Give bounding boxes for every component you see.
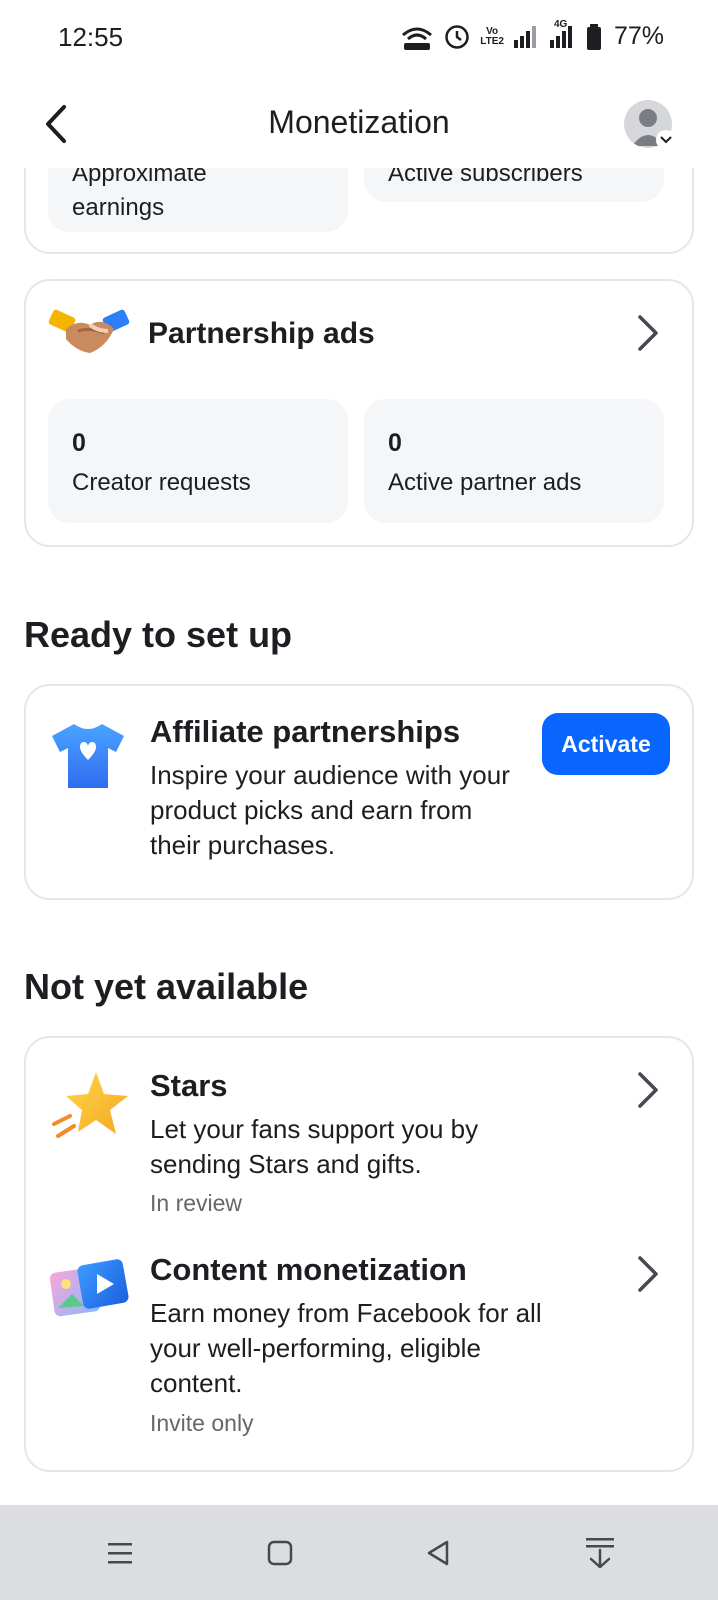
not-yet-available-heading: Not yet available [24,966,309,1007]
content-monetization-description: Earn money from Facebook for all your we… [150,1298,542,1398]
creator-requests-stat[interactable]: 0 Creator requests [48,399,348,523]
partnership-ads-title: Partnership ads [148,317,375,350]
star-icon [52,1072,128,1138]
stars-status: In review [150,1190,243,1216]
page-title: Monetization [268,104,450,140]
earnings-label: earnings [72,194,165,221]
monetization-content[interactable]: Approximate earnings Active subscribers … [0,0,718,1505]
handshake-icon [48,309,130,353]
chevron-right-icon[interactable] [634,1254,662,1294]
stars-description: Let your fans support you by sending Sta… [150,1114,479,1179]
media-play-icon [50,1259,129,1317]
active-partner-ads-stat[interactable]: 0 Active partner ads [364,399,664,523]
activate-button[interactable]: Activate [542,713,670,775]
system-nav-bar [0,1505,718,1600]
ready-to-set-up-heading: Ready to set up [24,614,293,655]
back-triangle-icon[interactable] [416,1531,460,1575]
active-partner-ads-value: 0 [388,429,402,457]
creator-requests-label: Creator requests [72,469,251,496]
app-header: Monetization [0,80,718,168]
menu-icon[interactable] [98,1531,142,1575]
affiliate-partnerships-title: Affiliate partnerships [150,714,461,749]
active-partner-ads-label: Active partner ads [388,469,582,496]
tshirt-heart-icon [52,724,124,788]
creator-requests-value: 0 [72,429,86,457]
home-icon[interactable] [258,1531,302,1575]
partnership-ads-card[interactable]: Partnership ads 0 Creator requests 0 Act… [24,279,694,547]
stars-title: Stars [150,1068,228,1103]
chevron-right-icon[interactable] [634,313,662,353]
chevron-right-icon[interactable] [634,1070,662,1110]
content-monetization-title: Content monetization [150,1252,467,1287]
chevron-down-icon[interactable] [656,130,676,150]
not-yet-available-card: Stars Let your fans support you by sendi… [24,1036,694,1472]
stars-item[interactable]: Stars Let your fans support you by sendi… [26,1038,692,1228]
content-monetization-status: Invite only [150,1410,254,1436]
notification-pull-icon[interactable] [578,1531,622,1575]
affiliate-partnerships-description: Inspire your audience with your product … [150,760,510,860]
content-monetization-item[interactable]: Content monetization Earn money from Fac… [26,1228,692,1468]
